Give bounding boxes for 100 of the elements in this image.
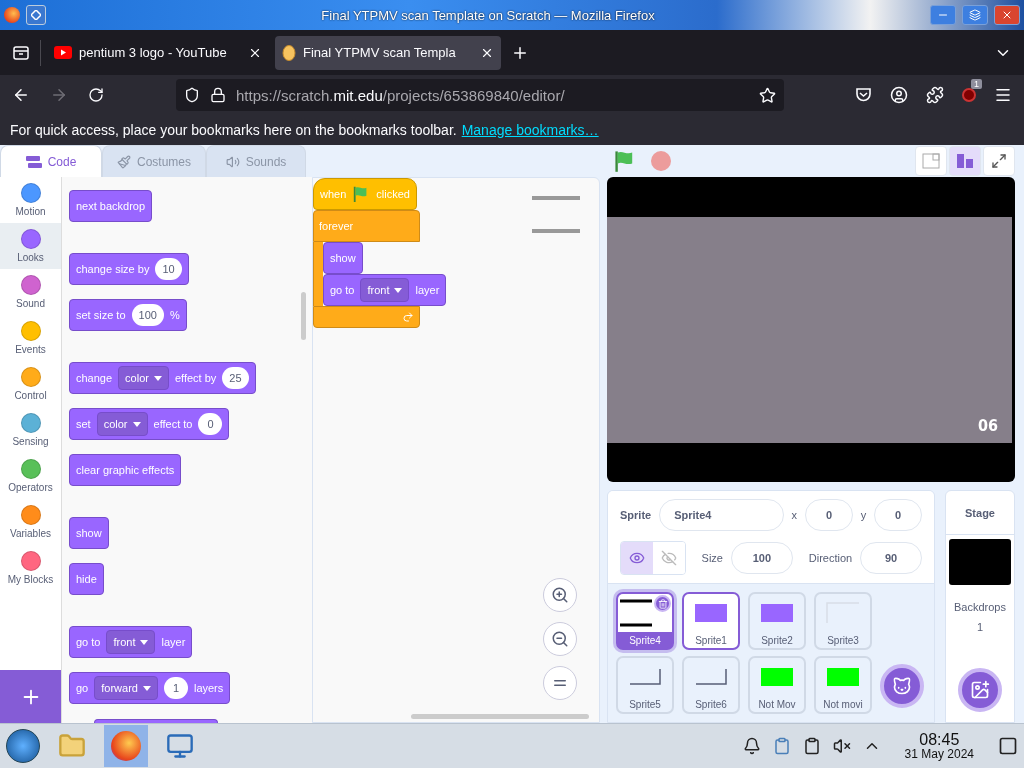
sprite-tile[interactable]: Not Mov bbox=[748, 656, 806, 714]
bell-icon[interactable] bbox=[742, 737, 761, 755]
code-block[interactable]: go to front layer bbox=[69, 626, 193, 658]
backdrop-thumbnail[interactable] bbox=[949, 539, 1011, 585]
code-block[interactable]: next backdrop bbox=[69, 190, 153, 222]
category-item[interactable]: Sound bbox=[0, 269, 61, 315]
sprite-tile[interactable]: Sprite3 bbox=[814, 592, 872, 650]
category-item[interactable]: Sensing bbox=[0, 407, 61, 453]
line-pair-drawing bbox=[531, 196, 581, 234]
zoom-out-button[interactable] bbox=[543, 622, 577, 656]
sprite-tile[interactable]: Not movi bbox=[814, 656, 872, 714]
category-item[interactable]: Events bbox=[0, 315, 61, 361]
zoom-in-button[interactable] bbox=[543, 578, 577, 612]
block-text: change size by bbox=[76, 263, 150, 275]
shield-icon[interactable] bbox=[184, 87, 200, 103]
caret-icon bbox=[142, 685, 151, 691]
add-backdrop-button[interactable] bbox=[958, 668, 1002, 712]
block-text: clicked bbox=[376, 188, 410, 200]
number-input[interactable]: 25 bbox=[222, 367, 249, 389]
block-text: show bbox=[76, 527, 102, 539]
dropdown-field[interactable]: color bbox=[118, 366, 169, 390]
clipboard-icon[interactable] bbox=[802, 737, 821, 755]
loop-arrow-icon bbox=[402, 311, 414, 323]
block-text: hide bbox=[76, 573, 97, 585]
block-text: set size to bbox=[76, 309, 126, 321]
show-button[interactable] bbox=[621, 542, 653, 574]
code-block[interactable]: change color effect by 25 bbox=[69, 362, 256, 394]
fullscreen-button[interactable] bbox=[983, 146, 1015, 176]
dropdown-field[interactable]: color bbox=[96, 412, 148, 436]
backdrops-count: 1 bbox=[976, 621, 984, 633]
code-block[interactable]: show bbox=[69, 517, 109, 549]
cat-icon bbox=[892, 676, 912, 696]
bookmark-star-icon[interactable] bbox=[759, 86, 776, 104]
scrollbar-thumb[interactable] bbox=[301, 292, 306, 340]
sprite-tile[interactable]: Sprite2 bbox=[748, 592, 806, 650]
fullscreen-icon bbox=[991, 153, 1007, 169]
dropdown-field[interactable]: forward bbox=[94, 676, 158, 700]
corner-line-drawing bbox=[629, 668, 661, 686]
category-item[interactable]: My Blocks bbox=[0, 545, 61, 591]
y-label: y bbox=[860, 509, 867, 521]
code-block[interactable]: hide bbox=[69, 563, 104, 595]
block-text: go to bbox=[76, 636, 101, 648]
block-text: effect to bbox=[153, 418, 193, 430]
code-block[interactable]: clear graphic effects bbox=[69, 454, 182, 486]
zoom-in-icon bbox=[551, 586, 569, 604]
category-item[interactable]: Motion bbox=[0, 177, 61, 223]
trash-icon bbox=[657, 598, 668, 609]
number-input[interactable]: 1 bbox=[163, 677, 188, 699]
code-block[interactable]: set color effect to 0 bbox=[69, 408, 230, 440]
editor-tab[interactable]: Code bbox=[0, 145, 102, 177]
video-play-icon bbox=[54, 46, 72, 59]
sprite-tile[interactable]: Sprite6 bbox=[682, 656, 740, 714]
lock-icon[interactable] bbox=[210, 87, 226, 103]
number-input[interactable]: 10 bbox=[155, 258, 182, 280]
number-input[interactable]: 100 bbox=[131, 304, 164, 326]
category-item[interactable]: Operators bbox=[0, 453, 61, 499]
code-block[interactable]: show bbox=[323, 242, 363, 274]
normal-stage-button[interactable] bbox=[949, 146, 981, 176]
sprite-tile[interactable]: Sprite4 bbox=[616, 592, 674, 650]
category-item[interactable]: Control bbox=[0, 361, 61, 407]
folder-icon bbox=[58, 732, 86, 760]
browser-tab[interactable]: pentium 3 logo - YouTube bbox=[47, 35, 269, 70]
caret-icon bbox=[140, 639, 149, 645]
code-block[interactable]: set size to 100 % bbox=[69, 299, 187, 331]
start-button[interactable] bbox=[6, 729, 40, 763]
block-text: go bbox=[76, 682, 89, 694]
code-block[interactable]: go to front layer bbox=[323, 274, 447, 306]
large-stage-icon bbox=[956, 153, 974, 169]
block-text: go to bbox=[330, 284, 355, 296]
speaker-icon bbox=[225, 154, 240, 169]
block-text: set bbox=[76, 418, 91, 430]
direction-label: Direction bbox=[808, 552, 853, 564]
close-button[interactable] bbox=[994, 5, 1020, 25]
block-text: effect by bbox=[174, 372, 217, 384]
maximize-button[interactable] bbox=[962, 5, 988, 25]
block-text: next backdrop bbox=[76, 200, 146, 212]
dropdown-field[interactable]: front bbox=[106, 630, 156, 654]
sprite-tile[interactable]: Sprite1 bbox=[682, 592, 740, 650]
code-block[interactable]: go forward 1 layers bbox=[69, 672, 231, 704]
category-item[interactable]: Variables bbox=[0, 499, 61, 545]
corner-line-drawing bbox=[695, 668, 727, 686]
caret-icon bbox=[132, 421, 141, 427]
address-field[interactable]: https://scratch.mit.edu/projects/653869840/editor/ bbox=[176, 79, 784, 111]
clock[interactable]: 08:45 31 May 2024 bbox=[904, 732, 974, 760]
dropdown-field[interactable]: front bbox=[360, 278, 410, 302]
eye-off-icon bbox=[660, 550, 677, 566]
muted-speaker-icon[interactable] bbox=[832, 737, 851, 755]
code-block[interactable]: change size by 10 bbox=[69, 253, 189, 285]
sprite-tile[interactable]: Sprite5 bbox=[616, 656, 674, 714]
add-sprite-button[interactable] bbox=[880, 664, 924, 708]
show-desktop-icon[interactable] bbox=[998, 736, 1018, 756]
count-badge: 1 bbox=[971, 79, 982, 89]
close-icon bbox=[1001, 9, 1013, 21]
category-item[interactable]: Looks bbox=[0, 223, 61, 269]
reset-zoom-button[interactable] bbox=[543, 666, 577, 700]
manage-bookmarks-link[interactable]: Manage bookmarks… bbox=[461, 122, 599, 138]
browser-tab[interactable]: Final YTPMV scan Templa bbox=[275, 35, 501, 70]
number-input[interactable]: 0 bbox=[198, 413, 223, 435]
scrollbar-thumb[interactable] bbox=[411, 714, 589, 719]
code-blocks-icon bbox=[25, 155, 42, 168]
